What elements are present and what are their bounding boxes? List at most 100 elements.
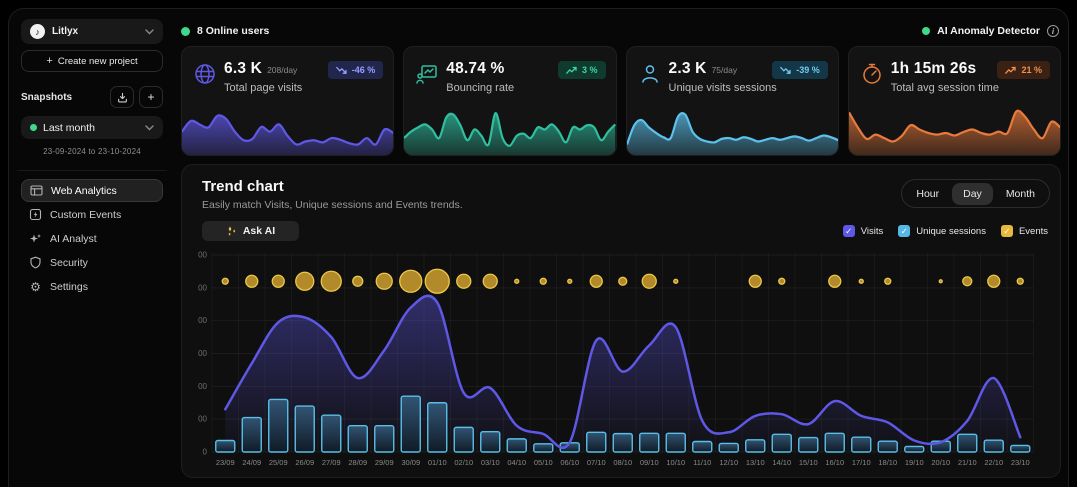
browser-icon <box>30 184 43 197</box>
svg-text:25/09: 25/09 <box>269 458 288 467</box>
create-project-label: Create new project <box>58 56 138 67</box>
checkbox-checked-icon[interactable]: ✓ <box>898 225 910 237</box>
card-value: 48.74 % <box>446 60 504 78</box>
range-button-hour[interactable]: Hour <box>905 183 950 205</box>
svg-text:19/10: 19/10 <box>905 458 924 467</box>
svg-text:23/09: 23/09 <box>216 458 235 467</box>
card-trend-badge: -39 % <box>772 61 828 79</box>
svg-text:0: 0 <box>203 448 208 457</box>
bolt-square-icon <box>29 208 42 221</box>
trend-chart-panel: Trend chart Easily match Visits, Unique … <box>181 164 1061 478</box>
period-selector[interactable]: Last month <box>21 116 163 139</box>
svg-text:600: 600 <box>198 251 208 260</box>
svg-text:17/10: 17/10 <box>852 458 871 467</box>
sidebar-item-web-analytics[interactable]: Web Analytics <box>21 179 163 202</box>
svg-text:04/10: 04/10 <box>507 458 526 467</box>
sidebar-item-label: Security <box>50 257 88 269</box>
sidebar-item-label: Settings <box>50 281 88 293</box>
online-users-label: 8 Online users <box>197 25 269 37</box>
snapshots-label: Snapshots <box>21 92 105 103</box>
create-project-button[interactable]: + Create new project <box>21 50 163 72</box>
svg-text:16/10: 16/10 <box>825 458 844 467</box>
sidebar-item-custom-events[interactable]: Custom Events <box>21 203 163 226</box>
legend-item-visits[interactable]: ✓ Visits <box>843 225 884 237</box>
period-label: Last month <box>43 122 139 134</box>
checkbox-checked-icon[interactable]: ✓ <box>1001 225 1013 237</box>
info-icon[interactable]: i <box>1047 25 1059 37</box>
svg-text:05/10: 05/10 <box>534 458 553 467</box>
download-icon <box>117 92 128 103</box>
svg-text:06/10: 06/10 <box>560 458 579 467</box>
svg-text:10/10: 10/10 <box>666 458 685 467</box>
card-trend-badge: 21 % <box>997 61 1050 79</box>
svg-text:30/09: 30/09 <box>401 458 420 467</box>
card-value: 6.3 K <box>224 60 262 78</box>
card-value: 1h 15m 26s <box>891 60 977 78</box>
svg-text:100: 100 <box>198 415 208 424</box>
export-snapshot-button[interactable] <box>110 86 134 108</box>
chevron-down-icon <box>145 29 154 35</box>
card-sparkline <box>849 103 1060 156</box>
svg-text:23/10: 23/10 <box>1011 458 1030 467</box>
svg-text:14/10: 14/10 <box>772 458 791 467</box>
range-button-day[interactable]: Day <box>952 183 993 205</box>
card-unique-visits: 2.3 K 75/day Unique visits sessions -39 % <box>626 46 839 156</box>
svg-text:11/10: 11/10 <box>693 458 711 467</box>
checkbox-checked-icon[interactable]: ✓ <box>843 225 855 237</box>
range-button-month[interactable]: Month <box>995 183 1046 205</box>
card-sparkline <box>404 103 615 156</box>
panel-subtitle: Easily match Visits, Unique sessions and… <box>202 199 463 211</box>
sidebar-item-label: AI Analyst <box>50 233 97 245</box>
card-label: Unique visits sessions <box>669 82 777 94</box>
card-bouncing-rate: 48.74 % Bouncing rate 3 % <box>403 46 616 156</box>
trend-up-icon <box>566 66 577 75</box>
card-per-day: 75/day <box>712 65 738 75</box>
plus-icon: + <box>147 90 154 104</box>
sidebar-item-settings[interactable]: ⚙ Settings <box>21 275 163 298</box>
sidebar-item-ai-analyst[interactable]: AI Analyst <box>21 227 163 250</box>
sidebar-item-security[interactable]: Security <box>21 251 163 274</box>
svg-text:29/09: 29/09 <box>375 458 394 467</box>
ask-ai-label: Ask AI <box>243 225 275 237</box>
shield-icon <box>29 256 42 269</box>
svg-text:15/10: 15/10 <box>799 458 818 467</box>
card-trend-badge: -46 % <box>328 61 384 79</box>
card-avg-session-time: 1h 15m 26s Total avg session time 21 % <box>848 46 1061 156</box>
user-icon <box>638 62 662 86</box>
card-sparkline <box>627 103 838 156</box>
svg-text:20/10: 20/10 <box>931 458 950 467</box>
panel-title: Trend chart <box>202 178 284 195</box>
card-total-page-visits: 6.3 K208/day Total page visits -46 % <box>181 46 394 156</box>
svg-text:300: 300 <box>198 349 208 358</box>
svg-text:12/10: 12/10 <box>719 458 738 467</box>
stat-cards-row: 6.3 K208/day Total page visits -46 % 48.… <box>181 46 1061 156</box>
card-trend-badge: 3 % <box>558 61 606 79</box>
app-window: ♪ Litlyx + Create new project Snapshots … <box>8 8 1069 487</box>
add-snapshot-button[interactable]: + <box>139 86 163 108</box>
svg-text:03/10: 03/10 <box>481 458 500 467</box>
card-value: 2.3 K <box>669 60 707 78</box>
card-per-day: 208/day <box>267 65 297 75</box>
trend-up-icon <box>1005 66 1016 75</box>
anomaly-label: AI Anomaly Detector <box>937 25 1040 37</box>
ask-ai-button[interactable]: Ask AI <box>202 221 299 241</box>
svg-text:27/09: 27/09 <box>322 458 341 467</box>
legend-label: Events <box>1019 226 1048 237</box>
plus-icon: + <box>46 55 52 67</box>
timer-icon <box>860 62 884 86</box>
ai-anomaly-detector: AI Anomaly Detector i <box>922 25 1059 37</box>
svg-text:09/10: 09/10 <box>640 458 659 467</box>
project-name: Litlyx <box>52 26 138 37</box>
legend-label: Unique sessions <box>916 226 986 237</box>
svg-text:26/09: 26/09 <box>295 458 314 467</box>
period-status-dot <box>30 124 37 131</box>
legend-item-events[interactable]: ✓ Events <box>1001 225 1048 237</box>
litlyx-logo-icon: ♪ <box>30 24 45 39</box>
legend-item-unique-sessions[interactable]: ✓ Unique sessions <box>898 225 986 237</box>
presentation-icon <box>415 62 439 86</box>
badge-value: 3 % <box>582 65 598 75</box>
project-selector[interactable]: ♪ Litlyx <box>21 19 163 44</box>
trend-chart[interactable]: 010020030040050060023/0924/0925/0926/092… <box>198 245 1046 471</box>
gear-icon: ⚙ <box>29 280 42 294</box>
range-segmented-control: Hour Day Month <box>901 179 1050 208</box>
